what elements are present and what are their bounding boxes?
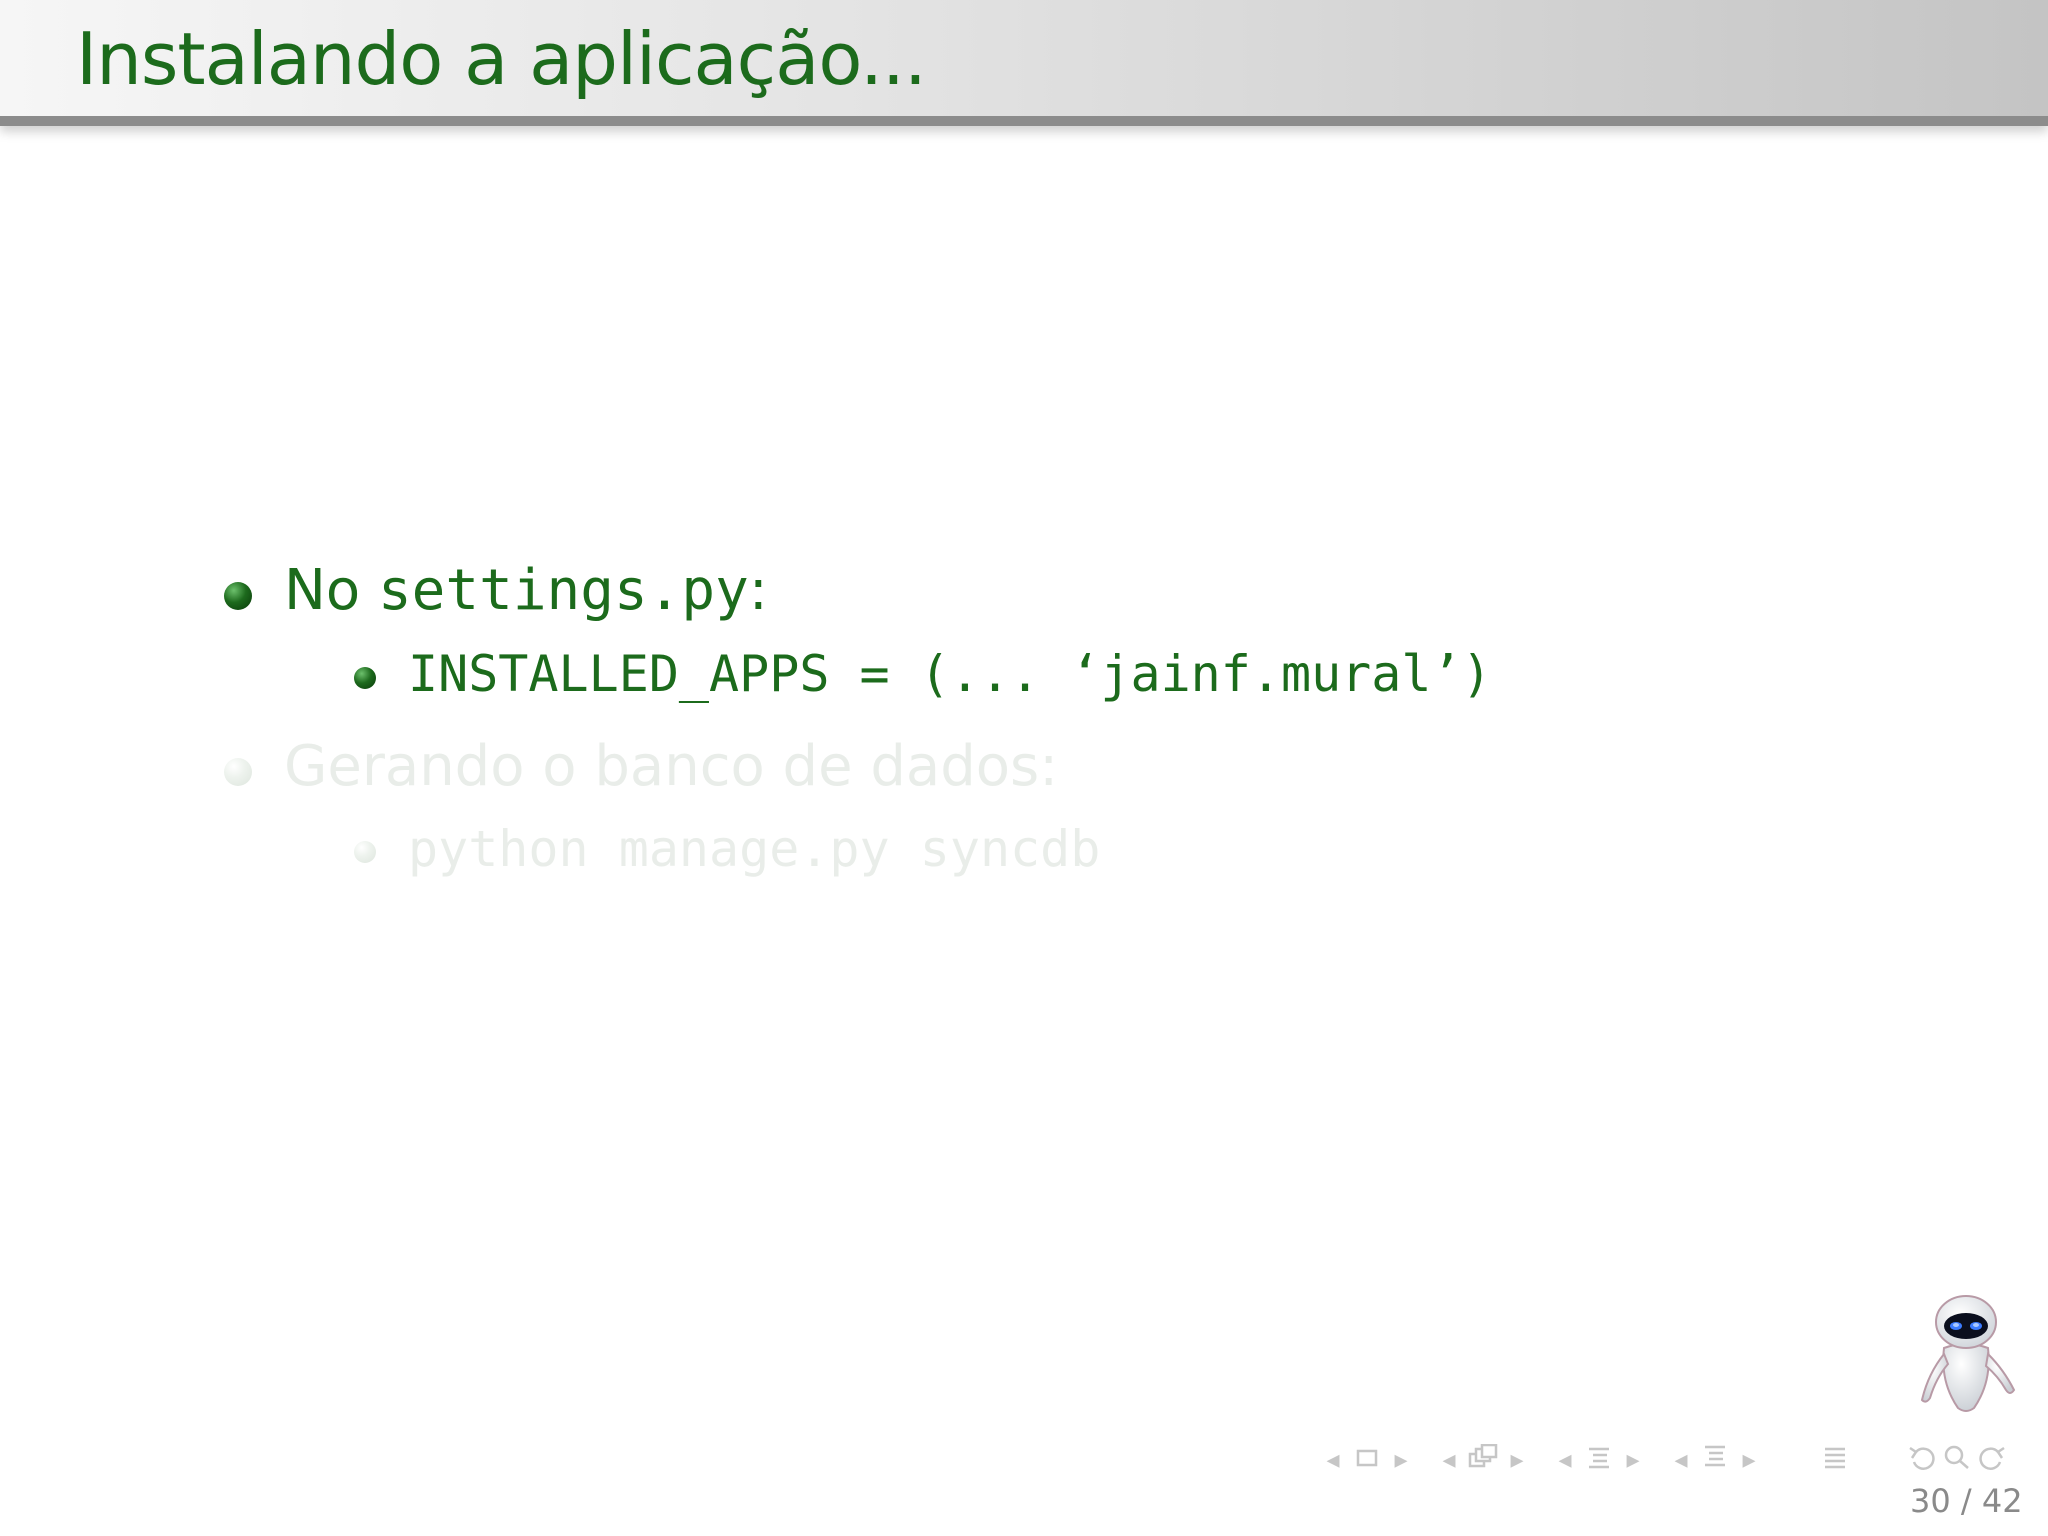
sub-bullet-icon: [354, 667, 376, 689]
prev-subsection-arrow-icon[interactable]: ◂: [1436, 1445, 1462, 1475]
slide-content: No settings.py: INSTALLED_APPS = (... ‘j…: [0, 0, 2048, 1536]
document-icon[interactable]: [1814, 1444, 1856, 1477]
page-number: 30 / 42: [1910, 1482, 2023, 1520]
list-subitem-syncdb: python manage.py syncdb: [408, 820, 1101, 878]
robot-logo: [1920, 1295, 2016, 1412]
frame-icon[interactable]: [1346, 1445, 1388, 1475]
next-part-arrow-icon[interactable]: ▸: [1736, 1445, 1762, 1475]
prev-section-arrow-icon[interactable]: ◂: [1552, 1445, 1578, 1475]
list-item-settings: No settings.py:: [284, 558, 768, 623]
bullet-icon: [224, 582, 252, 610]
undo-icon[interactable]: [1906, 1444, 1940, 1477]
list-subitem-installed-apps: INSTALLED_APPS = (... ‘jainf.mural’): [408, 645, 1492, 703]
search-icon[interactable]: [1940, 1444, 1974, 1477]
list-item-suffix: :: [748, 558, 768, 623]
next-frame-arrow-icon[interactable]: ▸: [1388, 1445, 1414, 1475]
list-item-database: Gerando o banco de dados:: [284, 734, 1059, 799]
navigation-bar: ◂ ▸ ◂ ▸ ◂ ▸ ◂ ▸: [1320, 1440, 2030, 1480]
bullet-icon: [224, 758, 252, 786]
page-total: 42: [1981, 1482, 2023, 1520]
page-current: 30: [1910, 1482, 1951, 1520]
prev-part-arrow-icon[interactable]: ◂: [1668, 1445, 1694, 1475]
subsection-icon[interactable]: [1462, 1443, 1504, 1477]
next-subsection-arrow-icon[interactable]: ▸: [1504, 1445, 1530, 1475]
list-item-prefix: No: [284, 558, 378, 623]
part-icon[interactable]: [1694, 1444, 1736, 1477]
sub-bullet-icon: [354, 841, 376, 863]
page-separator: /: [1950, 1482, 1982, 1520]
prev-frame-arrow-icon[interactable]: ◂: [1320, 1445, 1346, 1475]
redo-icon[interactable]: [1974, 1444, 2008, 1477]
list-item-code: settings.py: [377, 558, 749, 623]
next-section-arrow-icon[interactable]: ▸: [1620, 1445, 1646, 1475]
section-icon[interactable]: [1578, 1444, 1620, 1477]
